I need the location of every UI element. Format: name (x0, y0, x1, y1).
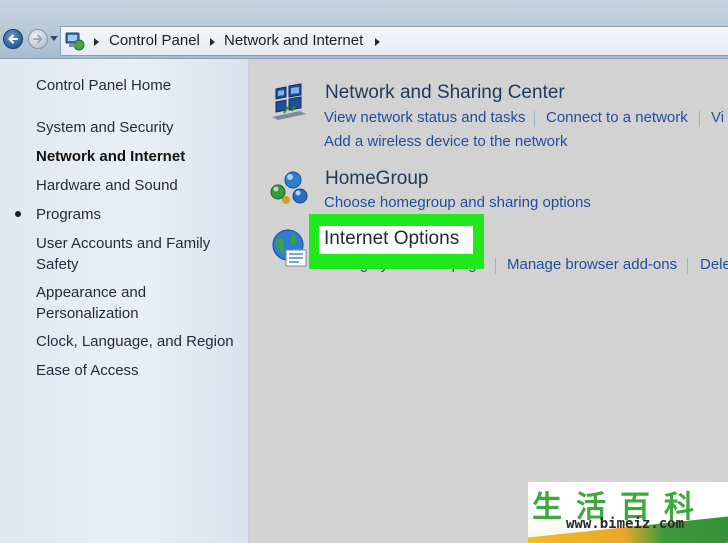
link-divider (687, 258, 688, 274)
link-divider (495, 258, 496, 274)
add-wireless-device-link[interactable]: Add a wireless device to the network (324, 133, 567, 150)
view-network-status-link[interactable]: View network status and tasks (324, 109, 526, 126)
highlight-box: Internet Options (309, 214, 484, 269)
address-bar: Control Panel Network and Internet (0, 0, 728, 59)
network-sharing-center-title[interactable]: Network and Sharing Center (325, 82, 565, 104)
internet-options-title[interactable]: Internet Options (324, 228, 459, 250)
breadcrumb-network-and-internet[interactable]: Network and Internet (224, 32, 363, 49)
sidebar-item-ease-of-access[interactable]: Ease of Access (36, 360, 236, 381)
internet-options-icon (272, 229, 307, 267)
forward-button[interactable] (28, 29, 48, 49)
watermark-url: www.bimeiz.com (566, 516, 685, 532)
sidebar-item-network-and-internet[interactable]: Network and Internet (36, 146, 236, 167)
sidebar-item-system-and-security[interactable]: System and Security (36, 117, 236, 138)
network-sharing-center-icon (272, 83, 306, 120)
left-navigation-pane: Control Panel Home System and Security N… (0, 59, 249, 543)
control-panel-home-link[interactable]: Control Panel Home (36, 75, 236, 96)
choose-homegroup-options-link[interactable]: Choose homegroup and sharing options (324, 194, 591, 211)
sidebar-item-hardware-and-sound[interactable]: Hardware and Sound (36, 175, 236, 196)
current-item-bullet (15, 211, 21, 217)
sidebar-item-clock-language-region[interactable]: Clock, Language, and Region (36, 331, 236, 352)
main-content-pane (249, 59, 728, 543)
breadcrumb[interactable]: Control Panel Network and Internet (60, 26, 728, 56)
breadcrumb-separator-icon[interactable] (94, 38, 99, 46)
link-divider (534, 111, 535, 127)
connect-to-network-link[interactable]: Connect to a network (546, 109, 688, 126)
sidebar-item-programs[interactable]: Programs (36, 204, 236, 225)
homegroup-icon (270, 171, 308, 204)
breadcrumb-separator-icon[interactable] (210, 38, 215, 46)
sidebar-item-appearance[interactable]: Appearance and Personalization (36, 282, 156, 324)
highlight-inner: Internet Options (319, 226, 473, 254)
breadcrumb-control-panel[interactable]: Control Panel (109, 32, 200, 49)
forward-arrow-icon (33, 34, 43, 44)
sidebar-item-user-accounts[interactable]: User Accounts and Family Safety (36, 233, 216, 275)
link-divider (699, 111, 700, 127)
control-panel-icon (65, 32, 85, 51)
back-button[interactable] (3, 29, 23, 49)
breadcrumb-separator-icon[interactable] (375, 38, 380, 46)
homegroup-title[interactable]: HomeGroup (325, 168, 429, 190)
recent-pages-dropdown-icon[interactable] (50, 36, 58, 41)
watermark-logo: 生活百科 www.bimeiz.com (528, 482, 728, 543)
view-network-computers-link[interactable]: Vi (711, 109, 724, 126)
back-arrow-icon (8, 34, 18, 44)
manage-browser-addons-link[interactable]: Manage browser add-ons (507, 256, 677, 273)
delete-browsing-history-link[interactable]: Dele (700, 256, 728, 273)
